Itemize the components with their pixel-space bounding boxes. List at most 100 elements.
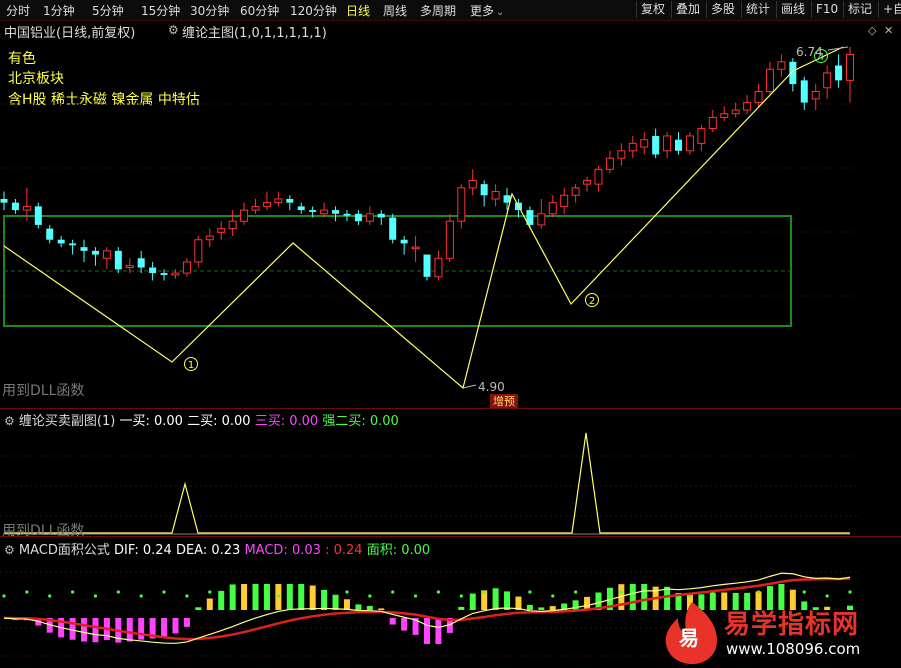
candle-body [160, 273, 168, 275]
candle-body [697, 128, 706, 144]
area-dot [162, 590, 166, 594]
candle-body [102, 250, 111, 259]
low-price-label: 4.90 [478, 380, 505, 394]
candle-body [731, 109, 740, 115]
candle-body [332, 210, 340, 214]
prediction-badge: 增预 [493, 394, 515, 408]
watermark: 易 易学指标网 www.108096.com [660, 598, 900, 666]
area-dot [208, 590, 212, 594]
area-dot [482, 590, 486, 594]
candle-body [846, 53, 854, 81]
macd-bar [366, 605, 373, 610]
candle-body [80, 247, 88, 251]
candle-body [46, 228, 54, 240]
candles [0, 47, 854, 281]
candle-body [34, 206, 42, 225]
candle-body [182, 261, 191, 274]
area-dot [322, 594, 326, 598]
candle-body [468, 179, 477, 189]
strong-second-buy-label: 强二买: [322, 414, 366, 429]
sub1-title[interactable]: 缠论买卖副图(1) [19, 414, 115, 429]
low-pointer [462, 384, 477, 389]
macd-bar [321, 589, 328, 610]
candle-body [149, 267, 157, 274]
macd-value: 0.03 [291, 543, 321, 558]
bi-line [3, 46, 844, 390]
candle-body [286, 198, 294, 203]
candle-body [548, 202, 557, 215]
sub1-dll-note: 用到DLL函数 [2, 523, 85, 539]
candle-body [274, 198, 283, 204]
area-dot [25, 590, 29, 594]
macd-bar [458, 606, 465, 610]
candle-body [217, 228, 226, 233]
macd-bar [206, 598, 213, 610]
candle-body [445, 220, 454, 259]
macd-bar [378, 608, 385, 610]
dif-label: DIF: [114, 543, 139, 558]
area-dot [528, 590, 532, 594]
candle-body [228, 220, 237, 230]
dea-value: 0.23 [211, 543, 241, 558]
candle-body [640, 139, 649, 148]
macd-bar [252, 584, 259, 610]
candle-body [777, 61, 786, 70]
first-buy-value: 0.00 [154, 414, 183, 429]
candle-body [389, 217, 397, 240]
macd-bar [92, 618, 99, 643]
candle-body [754, 90, 763, 104]
macd-bar [629, 584, 636, 610]
area-dot [70, 590, 75, 594]
candle-body [205, 235, 214, 241]
candle-body [594, 168, 603, 185]
first-buy-label: 一买: [119, 414, 150, 429]
candle-body [628, 142, 637, 152]
area-dot [391, 590, 395, 594]
area-dot [642, 594, 646, 598]
candle-body [377, 213, 385, 218]
area-dot [116, 590, 120, 594]
candle-body [137, 258, 145, 268]
macd-bar [241, 584, 248, 610]
buy-signal-line [4, 432, 850, 534]
macd-bar [355, 604, 362, 610]
candle-body [765, 68, 774, 92]
macd-bar [263, 584, 270, 610]
candle-body [297, 206, 305, 211]
macd-bar [424, 618, 430, 644]
high-price-label: 6.74 [796, 45, 823, 59]
kline-chart[interactable]: 1 2 4 6.74 4.90 增预 [0, 0, 901, 668]
sub2-title[interactable]: MACD面积公式 [19, 543, 110, 558]
area-dot [48, 594, 52, 598]
candle-body [171, 272, 180, 276]
candle-body [457, 187, 466, 222]
area-dot [459, 594, 463, 598]
candle-body [354, 213, 362, 222]
candle-body [400, 239, 408, 244]
candle-body [537, 213, 546, 226]
settings-icon[interactable]: ⚙ [4, 543, 15, 557]
macd-bar [389, 618, 396, 625]
candle-body [91, 250, 99, 255]
candle-body [343, 213, 351, 216]
candle-body [194, 239, 203, 263]
macd-bar [161, 618, 168, 637]
main-dll-note: 用到DLL函数 [2, 383, 85, 399]
settings-icon[interactable]: ⚙ [4, 414, 15, 428]
watermark-url: www.108096.com [726, 640, 861, 658]
marker-2: 2 [589, 296, 595, 307]
macd-bar [126, 618, 133, 642]
candle-body [480, 184, 488, 196]
candle-body [309, 210, 317, 212]
area-dot [139, 594, 143, 598]
separator-sub1-sub2 [0, 536, 901, 537]
macd-bar [401, 618, 408, 631]
area-dot [756, 590, 761, 594]
candle-body [685, 135, 694, 152]
candle-body [320, 209, 329, 215]
macd-bar [183, 618, 190, 627]
candle-body [663, 135, 672, 152]
macd-bar [309, 585, 316, 610]
area-dot [574, 590, 578, 594]
candle-body [251, 205, 260, 211]
